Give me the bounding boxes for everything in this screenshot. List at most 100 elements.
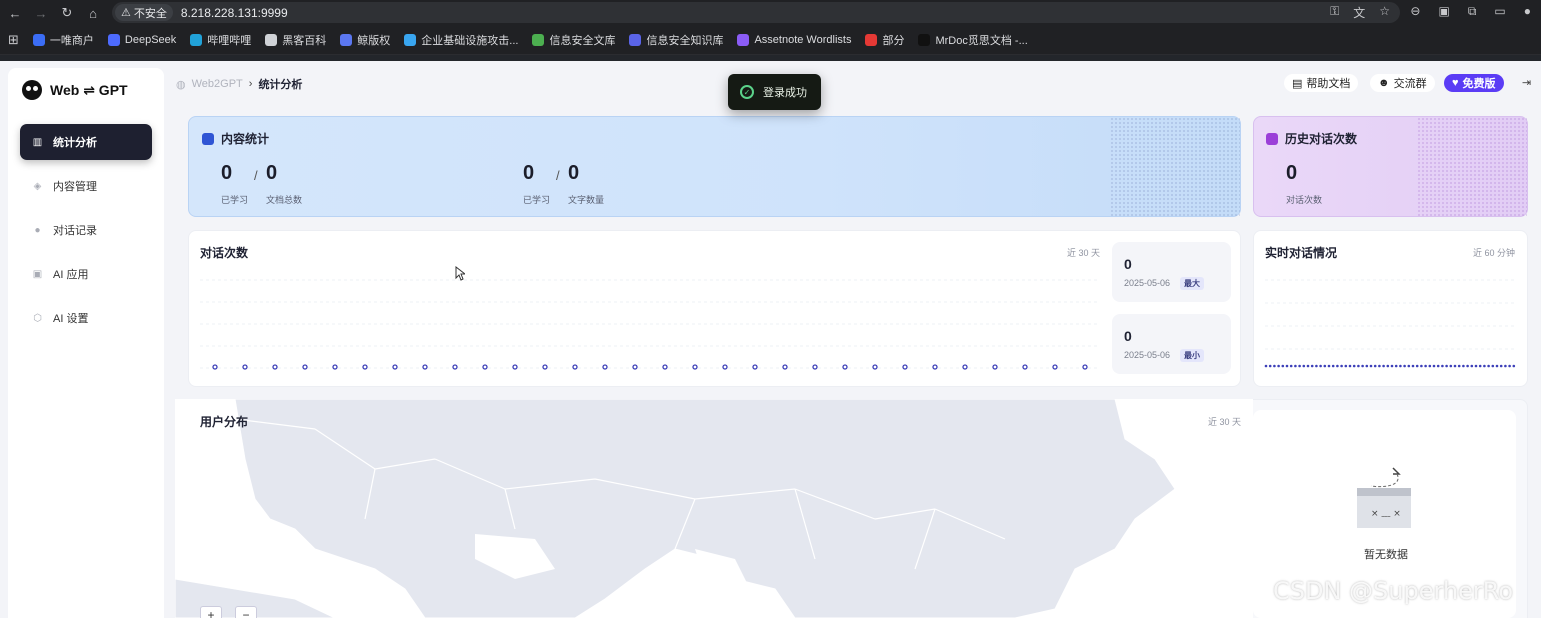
bookmark-item[interactable]: 鲸版权 (340, 32, 390, 48)
data-point (1310, 364, 1314, 368)
learned-label: 已学习 (221, 195, 249, 205)
data-point (1382, 364, 1385, 368)
bookmark-item[interactable]: DeepSeek (107, 34, 176, 46)
breadcrumb-root[interactable]: Web2GPT (192, 78, 243, 90)
data-point (512, 364, 518, 370)
data-point (1365, 364, 1369, 368)
data-point (1340, 364, 1343, 368)
sidebar-item-label: AI 设置 (53, 313, 89, 325)
bookmark-favicon-icon (918, 34, 931, 46)
sidebar-item-5[interactable]: ⬡ AI 设置 (20, 300, 152, 336)
profile-icon[interactable]: ● (1524, 4, 1531, 19)
data-point (1378, 364, 1381, 368)
data-point (992, 364, 998, 370)
sidebar-item-3[interactable]: ● 对话记录 (20, 212, 152, 248)
chars-total-label: 文字数量 (568, 195, 605, 205)
translate-icon[interactable]: 文 (1353, 4, 1365, 21)
sidebar-item-2[interactable]: ◈ 内容管理 (20, 168, 152, 204)
data-point (1445, 364, 1448, 368)
security-chip[interactable]: ⚠ 不安全 (115, 4, 173, 21)
bookmark-favicon-icon (629, 34, 642, 46)
data-point (1298, 364, 1301, 368)
chat-bubble-icon (1266, 132, 1278, 145)
puzzle-icon[interactable]: ⧉ (1468, 4, 1477, 19)
watermark-text: CSDN @SuperherRo (1273, 577, 1514, 605)
bookmark-favicon-icon (107, 34, 120, 46)
data-point (1499, 364, 1503, 368)
reload-icon[interactable]: ↻ (56, 2, 78, 24)
breadcrumb-current: 统计分析 (258, 79, 303, 91)
free-plan-button[interactable]: ♥ 免费版 (1444, 74, 1504, 92)
bookmark-item[interactable]: 信息安全知识库 (629, 32, 723, 48)
data-point (662, 364, 668, 370)
data-point (1449, 364, 1453, 368)
star-icon[interactable]: ☆ (1379, 4, 1390, 21)
sidebar-item-1[interactable]: ▥ 统计分析 (20, 124, 152, 160)
min-stat-box: 0 2025-05-06 最小 (1112, 314, 1231, 374)
minus-circle-icon[interactable]: ⊖ (1410, 4, 1420, 19)
data-point (242, 364, 248, 370)
sidebar: Web ⇌ GPT ▥ 统计分析 ◈ 内容管理 ● 对话记录 ▣ AI 应用 ⬡ AI 设置 (8, 68, 164, 618)
extension-photo-icon[interactable]: ▣ (1438, 4, 1449, 19)
logout-icon[interactable]: ⇥ (1522, 76, 1536, 90)
data-point (1336, 364, 1339, 368)
home-icon[interactable]: ⌂ (82, 2, 104, 24)
data-point (1495, 364, 1499, 368)
bookmark-favicon-icon (32, 34, 45, 46)
bookmark-favicon-icon (265, 34, 278, 46)
bookmark-item[interactable]: Assetnote Wordlists (737, 34, 851, 46)
data-point (1411, 364, 1415, 368)
browser-toolbar: ← → ↻ ⌂ ⚠ 不安全 8.218.228.131:9999 ⚿ 文 ☆ ⊖ … (0, 0, 1541, 26)
content-stats-title: 内容统计 (202, 130, 269, 147)
login-success-toast: ✓ 登录成功 (728, 74, 821, 110)
zoom-in-button[interactable]: + (200, 606, 222, 618)
learned-chars-label: 已学习 (523, 195, 551, 205)
data-point (1403, 364, 1406, 368)
back-icon[interactable]: ← (4, 2, 26, 24)
logo[interactable]: Web ⇌ GPT (22, 80, 128, 100)
bookmark-item[interactable]: 黑客百科 (265, 32, 326, 48)
doc-icon: ▤ (1292, 77, 1303, 90)
breadcrumb: ◍ Web2GPT › 统计分析 (176, 76, 302, 92)
page-top-strip (0, 55, 1541, 61)
bookmark-item[interactable]: 信息安全文库 (532, 32, 615, 48)
sidebar-item-label: 统计分析 (53, 137, 97, 149)
data-point (1348, 364, 1352, 368)
empty-box-icon: × ﹏ × (1357, 467, 1411, 528)
sidebar-item-4[interactable]: ▣ AI 应用 (20, 256, 152, 292)
dialog-count-chart (200, 279, 1100, 370)
breadcrumb-separator-icon: › (248, 78, 253, 90)
community-group-button[interactable]: ☻ 交流群 (1370, 74, 1435, 92)
data-point (1436, 364, 1440, 368)
data-point (962, 364, 968, 370)
data-point (1052, 364, 1058, 370)
data-point (1323, 364, 1327, 368)
split-view-icon[interactable]: ▭ (1494, 4, 1505, 19)
data-point (1399, 364, 1402, 368)
url-text[interactable]: 8.218.228.131:9999 (181, 6, 288, 20)
forward-icon[interactable]: → (30, 2, 52, 24)
data-point (1424, 364, 1427, 368)
history-count: 0 (1286, 162, 1298, 184)
slash-separator: / (254, 168, 258, 183)
zoom-out-button[interactable]: − (235, 606, 257, 618)
data-point (1386, 364, 1390, 368)
data-point (1415, 364, 1419, 368)
data-point (1302, 364, 1306, 368)
help-docs-button[interactable]: ▤ 帮助文档 (1284, 74, 1359, 92)
data-point (1432, 364, 1436, 368)
bookmark-item[interactable]: 企业基础设施攻击... (404, 32, 518, 48)
data-point (302, 364, 308, 370)
data-point (1441, 364, 1444, 368)
document-icon (202, 132, 214, 145)
bookmark-item[interactable]: 一唯商户 (32, 32, 94, 48)
address-bar[interactable]: ⚠ 不安全 8.218.228.131:9999 ⚿ 文 ☆ (112, 2, 1400, 23)
bookmark-item[interactable]: MrDoc觅思文档 -... (918, 32, 1028, 48)
key-icon[interactable]: ⚿ (1330, 4, 1339, 21)
bookmark-item[interactable]: 哔哩哔哩 (190, 32, 251, 48)
min-date: 2025-05-06 (1124, 350, 1171, 360)
bookmark-item[interactable]: 部分 (865, 32, 904, 48)
data-point (1268, 364, 1272, 368)
mouse-cursor-icon (455, 266, 465, 281)
apps-grid-icon[interactable]: ⊞ (8, 32, 19, 48)
